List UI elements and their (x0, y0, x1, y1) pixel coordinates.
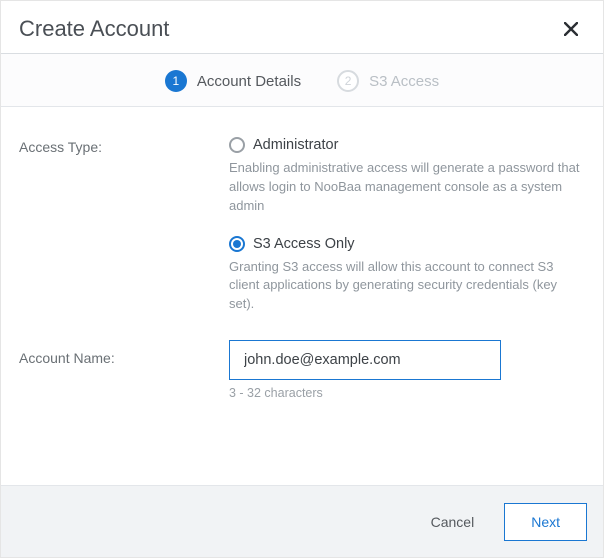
radio-option-administrator[interactable]: Administrator (229, 137, 585, 153)
step-badge: 1 (165, 70, 187, 92)
step-badge: 2 (337, 70, 359, 92)
modal-header: Create Account (1, 1, 603, 54)
wizard-stepper: 1 Account Details 2 S3 Access (1, 54, 603, 107)
close-icon (564, 22, 578, 36)
access-type-options: Administrator Enabling administrative ac… (229, 137, 585, 314)
access-type-label: Access Type: (19, 137, 229, 155)
close-button[interactable] (557, 15, 585, 43)
account-name-label: Account Name: (19, 340, 229, 366)
step-account-details[interactable]: 1 Account Details (165, 70, 301, 92)
radio-option-s3-access-only[interactable]: S3 Access Only (229, 236, 585, 252)
modal-body: Access Type: Administrator Enabling admi… (1, 107, 603, 485)
s3-access-description: Granting S3 access will allow this accou… (229, 258, 585, 315)
account-name-input[interactable] (229, 340, 501, 380)
modal-title: Create Account (19, 16, 169, 42)
radio-icon (229, 137, 245, 153)
modal-footer: Cancel Next (1, 485, 603, 557)
step-label: S3 Access (369, 73, 439, 90)
step-s3-access[interactable]: 2 S3 Access (337, 70, 439, 92)
cancel-button[interactable]: Cancel (419, 504, 487, 540)
field-access-type: Access Type: Administrator Enabling admi… (19, 137, 585, 314)
step-label: Account Details (197, 73, 301, 90)
next-button[interactable]: Next (504, 503, 587, 541)
account-name-hint: 3 - 32 characters (229, 386, 585, 400)
administrator-description: Enabling administrative access will gene… (229, 159, 585, 216)
create-account-modal: Create Account 1 Account Details 2 S3 Ac… (0, 0, 604, 558)
radio-label: S3 Access Only (253, 236, 355, 252)
radio-label: Administrator (253, 137, 338, 153)
field-account-name: Account Name: 3 - 32 characters (19, 340, 585, 400)
radio-icon (229, 236, 245, 252)
